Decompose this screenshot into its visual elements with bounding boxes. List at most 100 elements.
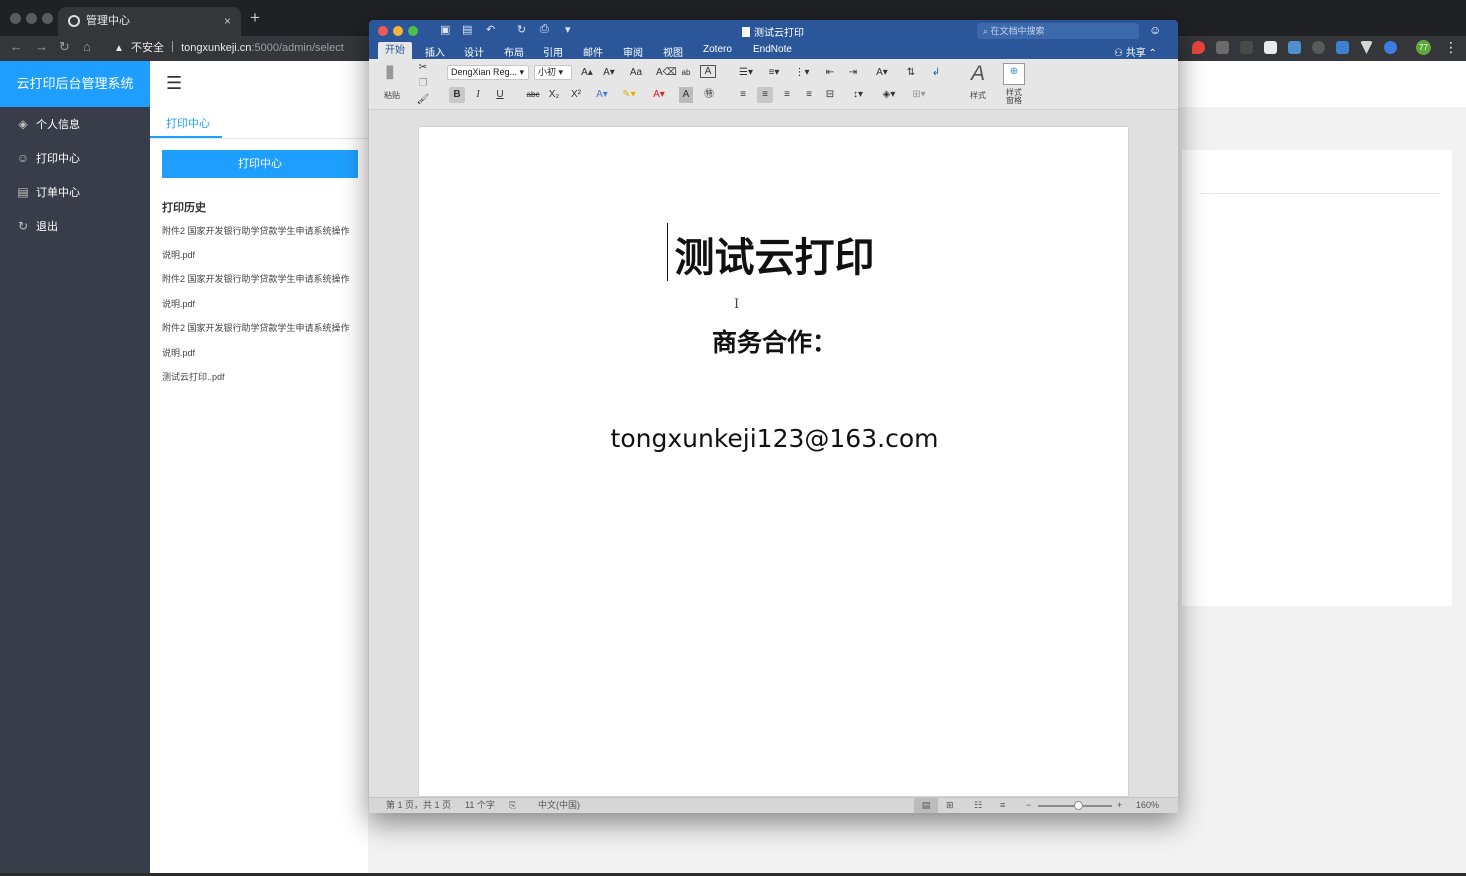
word-search-field[interactable]: ⌕ 在文档中搜索 xyxy=(977,23,1139,39)
superscript-button[interactable]: X² xyxy=(568,87,584,103)
menu-toggle-icon[interactable]: ☰ xyxy=(166,73,182,94)
align-right-icon[interactable]: ≡ xyxy=(779,87,795,103)
browser-menu-icon[interactable]: ⋮ xyxy=(1444,39,1458,56)
profile-avatar[interactable]: 77 xyxy=(1416,40,1431,55)
word-close-button[interactable] xyxy=(378,26,388,36)
sidebar-toggle-icon[interactable]: ▣ xyxy=(440,23,450,36)
strikethrough-button[interactable]: abc xyxy=(523,87,543,103)
undo-icon[interactable]: ↶ xyxy=(486,23,495,36)
history-item[interactable]: 附件2 国家开发银行助学贷款学生申请系统操作 xyxy=(162,224,350,237)
window-zoom-dot[interactable] xyxy=(42,13,53,24)
word-tab-review[interactable]: 审阅 xyxy=(623,44,643,59)
enclose-characters-icon[interactable]: ㊕ xyxy=(701,87,717,103)
phonetic-guide-icon[interactable]: ab xyxy=(678,65,694,81)
history-item[interactable]: 附件2 国家开发银行助学贷款学生申请系统操作 xyxy=(162,321,350,334)
clear-formatting-icon[interactable]: A⌫ xyxy=(656,65,677,81)
decrease-indent-icon[interactable]: ⇤ xyxy=(821,65,839,81)
word-tab-mailings[interactable]: 邮件 xyxy=(583,44,603,59)
word-zoom-button[interactable] xyxy=(408,26,418,36)
customize-toolbar-icon[interactable]: ▾ xyxy=(565,23,571,36)
distribute-icon[interactable]: ⊟ xyxy=(822,87,838,103)
sidebar-item-profile[interactable]: ◈ 个人信息 xyxy=(16,114,146,134)
extension-icon[interactable] xyxy=(1336,41,1349,54)
paste-label[interactable]: 粘贴 xyxy=(384,90,400,101)
align-left-icon[interactable]: ≡ xyxy=(735,87,751,103)
bold-button[interactable]: B xyxy=(449,87,465,103)
italic-button[interactable]: I xyxy=(471,87,485,103)
copy-icon[interactable]: ❐ xyxy=(416,76,430,92)
new-tab-button[interactable]: + xyxy=(250,8,260,28)
extension-icon[interactable] xyxy=(1288,41,1301,54)
styles-gallery-icon[interactable]: A xyxy=(962,61,994,87)
history-item[interactable]: 说明.pdf xyxy=(162,297,195,310)
line-spacing-icon[interactable]: ↕▾ xyxy=(847,87,869,103)
word-tab-insert[interactable]: 插入 xyxy=(425,44,445,59)
format-painter-icon[interactable]: 🖌 xyxy=(416,92,430,108)
styles-label[interactable]: 样式 xyxy=(970,90,986,101)
extension-icon[interactable] xyxy=(1216,41,1229,54)
bullets-icon[interactable]: ☰▾ xyxy=(735,65,757,81)
window-minimize-dot[interactable] xyxy=(26,13,37,24)
location-extension-icon[interactable] xyxy=(1192,41,1205,54)
print-layout-view-icon[interactable]: ▤ xyxy=(914,798,938,813)
web-layout-view-icon[interactable]: ⊞ xyxy=(946,798,954,813)
increase-indent-icon[interactable]: ⇥ xyxy=(844,65,862,81)
browser-tab[interactable]: 管理中心 × xyxy=(58,7,241,36)
character-border-icon[interactable]: A xyxy=(700,65,716,78)
extension-icon[interactable] xyxy=(1384,41,1397,54)
font-name-select[interactable]: DengXian Reg... ▾ xyxy=(447,65,529,80)
history-item[interactable]: 附件2 国家开发银行助学贷款学生申请系统操作 xyxy=(162,272,350,285)
security-label[interactable]: 不安全 xyxy=(131,42,164,54)
word-tab-design[interactable]: 设计 xyxy=(464,44,484,59)
zoom-slider-thumb[interactable] xyxy=(1073,801,1083,810)
word-tab-home[interactable]: 开始 xyxy=(378,42,412,59)
document-email[interactable]: tongxunkeji123@163.com xyxy=(419,424,1130,453)
cut-icon[interactable]: ✂ xyxy=(416,60,430,76)
word-tab-view[interactable]: 视图 xyxy=(663,44,683,59)
font-size-select[interactable]: 小初 ▾ xyxy=(534,65,572,80)
document-page[interactable]: 测试云打印 I 商务合作： tongxunkeji123@163.com xyxy=(418,126,1129,797)
extension-icon[interactable] xyxy=(1264,41,1277,54)
asian-layout-icon[interactable]: A▾ xyxy=(872,65,892,81)
zoom-in-button[interactable]: + xyxy=(1117,798,1122,813)
highlight-icon[interactable]: ✎▾ xyxy=(619,87,639,103)
home-icon[interactable]: ⌂ xyxy=(83,39,91,54)
extension-icon[interactable] xyxy=(1312,41,1325,54)
clipboard-icon[interactable]: ▮ xyxy=(379,62,401,85)
history-item[interactable]: 测试云打印..pdf xyxy=(162,370,225,383)
word-count[interactable]: 11 个字 xyxy=(465,798,495,813)
redo-icon[interactable]: ↻ xyxy=(517,23,526,36)
numbering-icon[interactable]: ≡▾ xyxy=(763,65,785,81)
language[interactable]: 中文(中国) xyxy=(538,798,580,813)
borders-icon[interactable]: ⊞▾ xyxy=(907,87,931,103)
back-icon[interactable]: ← xyxy=(10,39,23,54)
zoom-level[interactable]: 160% xyxy=(1136,798,1159,813)
sidebar-item-logout[interactable]: ↻ 退出 xyxy=(16,216,146,236)
print-icon[interactable]: ⎙ xyxy=(540,23,549,36)
zoom-out-button[interactable]: − xyxy=(1026,798,1031,813)
justify-icon[interactable]: ≡ xyxy=(801,87,817,103)
history-item[interactable]: 说明.pdf xyxy=(162,248,195,261)
show-formatting-icon[interactable]: ↲ xyxy=(927,65,945,81)
outline-view-icon[interactable]: ☷ xyxy=(974,798,982,813)
document-subtitle[interactable]: 商务合作： xyxy=(419,323,1130,359)
word-minimize-button[interactable] xyxy=(393,26,403,36)
share-button[interactable]: ⚇ 共享 ⌃ xyxy=(1114,44,1157,59)
feedback-icon[interactable]: ☺ xyxy=(1149,23,1161,37)
reload-icon[interactable]: ↻ xyxy=(59,39,70,55)
shading-icon[interactable]: ◈▾ xyxy=(877,87,901,103)
underline-button[interactable]: U xyxy=(493,87,507,103)
document-title[interactable]: 测试云打印 xyxy=(419,225,1130,283)
sidebar-item-orders[interactable]: ▤ 订单中心 xyxy=(16,182,146,202)
save-icon[interactable]: ▤ xyxy=(462,23,472,36)
word-tab-zotero[interactable]: Zotero xyxy=(703,44,732,55)
print-center-button[interactable]: 打印中心 xyxy=(162,150,358,178)
change-case-icon[interactable]: Aa xyxy=(625,65,647,81)
grow-font-icon[interactable]: A▴ xyxy=(578,65,596,81)
sidebar-item-print-center[interactable]: ☺ 打印中心 xyxy=(16,148,146,168)
styles-pane-icon[interactable]: ⊕ xyxy=(1003,63,1025,85)
styles-pane-label[interactable]: 样式 窗格 xyxy=(1006,89,1022,105)
sort-icon[interactable]: ⇅ xyxy=(902,65,920,81)
word-tab-references[interactable]: 引用 xyxy=(543,44,563,59)
subscript-button[interactable]: X₂ xyxy=(546,87,562,103)
